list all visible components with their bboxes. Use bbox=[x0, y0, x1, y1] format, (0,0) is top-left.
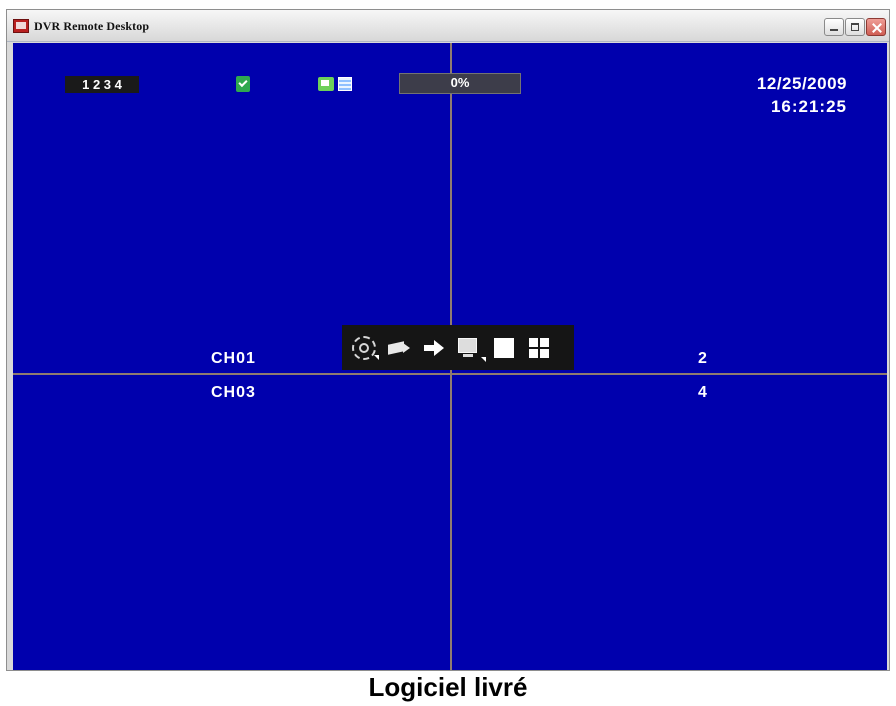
date-display: 12/25/2009 bbox=[756, 74, 847, 93]
channel-label-1: CH01 bbox=[211, 350, 256, 367]
progress-label: 0% bbox=[450, 75, 470, 90]
arrow-icon[interactable] bbox=[422, 336, 446, 360]
close-button[interactable] bbox=[866, 18, 886, 36]
dvr-app-icon bbox=[13, 19, 29, 33]
dvr-display-area[interactable]: 1 2 3 4 0% 12/25/2009 16:21:25 CH01 2 CH… bbox=[13, 43, 887, 670]
horizontal-grid-divider bbox=[13, 373, 887, 375]
title-bar: DVR Remote Desktop bbox=[7, 10, 889, 42]
progress-bar: 0% bbox=[399, 73, 521, 94]
channel-label-3: CH03 bbox=[211, 384, 256, 401]
gear-icon[interactable] bbox=[352, 335, 379, 360]
network-status-icon bbox=[236, 76, 250, 92]
dvr-window: DVR Remote Desktop 1 2 3 4 0% 12/25/2009… bbox=[6, 9, 890, 671]
maximize-button[interactable] bbox=[845, 18, 865, 36]
minimize-button[interactable] bbox=[824, 18, 844, 36]
submenu-arrow-icon bbox=[374, 354, 379, 360]
channel-label-4: 4 bbox=[698, 384, 708, 401]
recording-status-icons bbox=[318, 76, 355, 92]
quad-view-icon[interactable] bbox=[527, 336, 551, 360]
storage-status-icon bbox=[338, 77, 352, 91]
dvr-toolbar bbox=[342, 325, 574, 370]
single-view-icon[interactable] bbox=[492, 336, 516, 360]
window-title: DVR Remote Desktop bbox=[34, 19, 150, 33]
channel-indicator[interactable]: 1 2 3 4 bbox=[65, 76, 139, 93]
caption: Logiciel livré bbox=[368, 672, 528, 702]
submenu-arrow-icon bbox=[481, 356, 486, 362]
camera-icon[interactable] bbox=[387, 336, 411, 360]
record-status-icon bbox=[318, 77, 334, 91]
time-display: 16:21:25 bbox=[770, 97, 847, 116]
display-icon[interactable] bbox=[457, 336, 486, 362]
channel-label-2: 2 bbox=[698, 350, 708, 367]
